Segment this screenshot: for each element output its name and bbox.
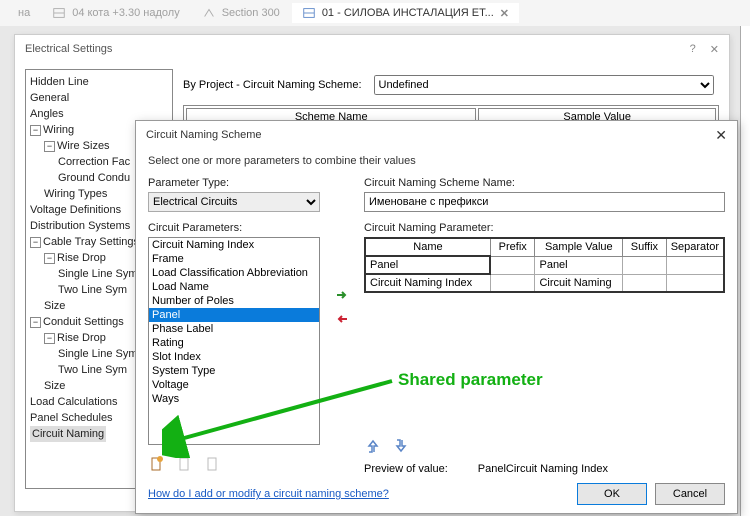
dialog-subtitle: Select one or more parameters to combine… xyxy=(148,155,725,167)
document-tab-bar: на 04 кота +3.30 надолу Section 300 01 -… xyxy=(0,0,750,26)
circuit-params-list[interactable]: Circuit Naming Index Frame Load Classifi… xyxy=(148,237,320,445)
list-item[interactable]: Slot Index xyxy=(149,350,319,364)
tree-item-voltage[interactable]: Voltage Definitions xyxy=(30,202,121,218)
doc-tab-label: 04 кота +3.30 надолу xyxy=(72,7,180,19)
list-item[interactable]: Load Name xyxy=(149,280,319,294)
list-item[interactable]: Circuit Naming Index xyxy=(149,238,319,252)
tree-toggle-icon[interactable]: − xyxy=(44,141,55,152)
doc-tab-label: Section 300 xyxy=(222,7,280,19)
tree-item-two[interactable]: Two Line Sym xyxy=(58,282,127,298)
section-icon xyxy=(202,6,216,20)
view-icon xyxy=(302,6,316,20)
close-icon[interactable]: ✕ xyxy=(500,7,509,20)
tree-item-wire-sizes[interactable]: Wire Sizes xyxy=(57,138,110,154)
cancel-button[interactable]: Cancel xyxy=(655,483,725,505)
list-item[interactable]: Frame xyxy=(149,252,319,266)
list-item-selected[interactable]: Panel xyxy=(149,308,319,322)
list-item[interactable]: Voltage xyxy=(149,378,319,392)
annotation-label: Shared parameter xyxy=(398,370,543,390)
close-icon[interactable]: ✕ xyxy=(715,127,727,144)
edit-parameter-icon[interactable] xyxy=(176,455,194,473)
tree-item-circuitnaming[interactable]: Circuit Naming xyxy=(30,426,106,442)
tree-item-cabletray[interactable]: Cable Tray Settings xyxy=(43,234,139,250)
move-down-icon[interactable] xyxy=(392,437,410,455)
scheme-name-input[interactable] xyxy=(364,192,725,212)
col-name: Name xyxy=(365,238,490,256)
doc-tab-1[interactable]: 04 кота +3.30 надолу xyxy=(42,3,190,23)
tree-item-two[interactable]: Two Line Sym xyxy=(58,362,127,378)
naming-param-table[interactable]: Name Prefix Sample Value Suffix Separato… xyxy=(364,237,725,293)
tree-toggle-icon[interactable]: − xyxy=(30,317,41,328)
dialog-titlebar: Electrical Settings ? ✕ xyxy=(15,35,729,63)
doc-tab-2[interactable]: Section 300 xyxy=(192,3,290,23)
circuit-naming-scheme-dialog: Circuit Naming Scheme ✕ Select one or mo… xyxy=(135,120,738,514)
tree-toggle-icon[interactable]: − xyxy=(44,253,55,264)
param-type-select[interactable]: Electrical Circuits xyxy=(148,192,320,212)
tree-item-angles[interactable]: Angles xyxy=(30,106,64,122)
add-param-button[interactable] xyxy=(334,287,350,303)
doc-tab-label: 01 - СИЛОВА ИНСТАЛАЦИЯ ЕТ... xyxy=(322,7,494,19)
new-parameter-icon[interactable] xyxy=(148,455,166,473)
tree-item-single[interactable]: Single Line Sym xyxy=(58,346,138,362)
help-icon[interactable]: ? xyxy=(690,43,696,56)
byproject-label: By Project - Circuit Naming Scheme: xyxy=(183,79,362,91)
doc-tab-label: на xyxy=(18,7,30,19)
remove-param-button[interactable] xyxy=(334,311,350,327)
tree-item-risedrop[interactable]: Rise Drop xyxy=(57,250,106,266)
tree-item-dist[interactable]: Distribution Systems xyxy=(30,218,130,234)
tree-item-size[interactable]: Size xyxy=(44,378,65,394)
ok-button[interactable]: OK xyxy=(577,483,647,505)
dialog-titlebar: Circuit Naming Scheme ✕ xyxy=(136,121,737,149)
close-icon[interactable]: ✕ xyxy=(710,43,719,56)
view-icon xyxy=(52,6,66,20)
tree-item-wiring[interactable]: Wiring xyxy=(43,122,74,138)
scheme-name-label: Circuit Naming Scheme Name: xyxy=(364,177,725,189)
preview-value: PanelCircuit Naming Index xyxy=(478,463,608,475)
tree-item-wiring-types[interactable]: Wiring Types xyxy=(44,186,107,202)
tree-item-correction[interactable]: Correction Fac xyxy=(58,154,130,170)
tree-item-panelsched[interactable]: Panel Schedules xyxy=(30,410,113,426)
tree-item-conduit[interactable]: Conduit Settings xyxy=(43,314,124,330)
dialog-title: Electrical Settings xyxy=(25,43,112,55)
tree-item-loadcalc[interactable]: Load Calculations xyxy=(30,394,117,410)
tree-item-ground[interactable]: Ground Condu xyxy=(58,170,130,186)
list-item[interactable]: Ways xyxy=(149,392,319,406)
tree-item-size[interactable]: Size xyxy=(44,298,65,314)
table-row[interactable]: Circuit Naming Index Circuit Naming xyxy=(365,274,724,292)
drawing-background xyxy=(740,26,750,516)
preview-label: Preview of value: xyxy=(364,463,448,475)
dialog-title: Circuit Naming Scheme xyxy=(146,129,262,141)
circuit-params-label: Circuit Parameters: xyxy=(148,222,320,234)
tree-item-hidden-line[interactable]: Hidden Line xyxy=(30,74,89,90)
tree-toggle-icon[interactable]: − xyxy=(44,333,55,344)
doc-tab-3[interactable]: 01 - СИЛОВА ИНСТАЛАЦИЯ ЕТ... ✕ xyxy=(292,3,519,23)
tree-item-single[interactable]: Single Line Sym xyxy=(58,266,138,282)
byproject-select[interactable]: Undefined xyxy=(374,75,714,95)
help-link[interactable]: How do I add or modify a circuit naming … xyxy=(148,488,389,500)
list-item[interactable]: Load Classification Abbreviation xyxy=(149,266,319,280)
tree-item-risedrop[interactable]: Rise Drop xyxy=(57,330,106,346)
list-item[interactable]: Number of Poles xyxy=(149,294,319,308)
tree-toggle-icon[interactable]: − xyxy=(30,125,41,136)
col-separator: Separator xyxy=(666,238,724,256)
col-prefix: Prefix xyxy=(490,238,535,256)
table-row[interactable]: Panel Panel xyxy=(365,256,724,274)
tree-toggle-icon[interactable]: − xyxy=(30,237,41,248)
naming-param-label: Circuit Naming Parameter: xyxy=(364,222,725,234)
col-sample: Sample Value xyxy=(535,238,623,256)
param-type-label: Parameter Type: xyxy=(148,177,320,189)
list-item[interactable]: Phase Label xyxy=(149,322,319,336)
list-item[interactable]: Rating xyxy=(149,336,319,350)
move-up-icon[interactable] xyxy=(364,437,382,455)
col-suffix: Suffix xyxy=(623,238,667,256)
doc-tab-0[interactable]: на xyxy=(8,4,40,22)
delete-parameter-icon[interactable] xyxy=(204,455,222,473)
list-item[interactable]: System Type xyxy=(149,364,319,378)
tree-item-general[interactable]: General xyxy=(30,90,69,106)
